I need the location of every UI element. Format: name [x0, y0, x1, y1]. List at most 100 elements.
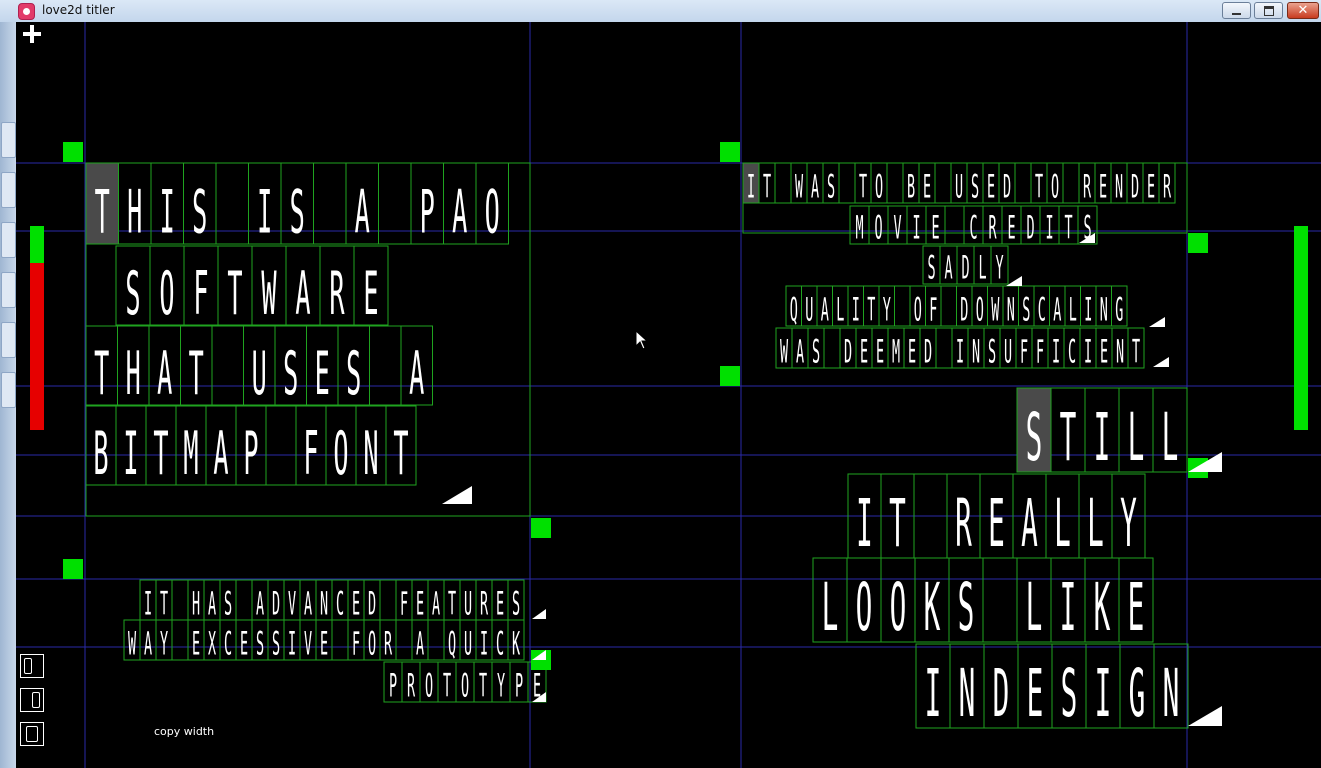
block-4-glyph: T: [889, 485, 906, 562]
block-2-glyph: V: [893, 209, 901, 247]
block-2-resize-handle[interactable]: [720, 366, 740, 386]
block-3-glyph: I: [288, 624, 296, 662]
block-2-glyph-cell[interactable]: [935, 327, 953, 369]
block-4-glyph: I: [856, 485, 873, 562]
block-2-glyph-cell[interactable]: [774, 162, 792, 204]
block-1-glyph: I: [160, 177, 175, 247]
block-2-resize-handle[interactable]: [720, 142, 740, 162]
block-4-glyph: A: [1021, 485, 1038, 562]
block-4-glyph: G: [1129, 655, 1146, 732]
close-button[interactable]: ✕: [1287, 2, 1319, 19]
block-3-resize-handle[interactable]: [63, 559, 83, 579]
titler-canvas[interactable]: THISISAPAOSOFTWARETHATUSESABITMAPFONTITW…: [16, 22, 1321, 768]
block-2-glyph: E: [931, 209, 939, 247]
block-2-glyph: S: [812, 332, 820, 370]
block-3-glyph-cell[interactable]: [331, 619, 349, 661]
taskbar-item[interactable]: [1, 372, 16, 408]
block-3-glyph: P: [515, 666, 523, 704]
block-1-glyph: S: [125, 258, 140, 328]
block-1-glyph: I: [123, 418, 138, 488]
block-2-glyph: O: [1051, 167, 1059, 205]
block-4-glyph: K: [1094, 569, 1111, 646]
block-1-glyph-cell[interactable]: [313, 162, 347, 245]
block-2-corner-wedge[interactable]: [1153, 357, 1169, 367]
align-justify-button[interactable]: [20, 722, 44, 746]
block-2-glyph: T: [1132, 332, 1140, 370]
block-4-glyph: L: [1162, 399, 1179, 476]
block-1-resize-handle[interactable]: [531, 518, 551, 538]
block-2-glyph-cell[interactable]: [940, 285, 957, 327]
block-3-glyph-cell[interactable]: [379, 579, 397, 621]
block-3-glyph: D: [272, 584, 280, 622]
block-3-glyph: T: [160, 584, 168, 622]
stage-svg[interactable]: T H I S I S A P A OS O F T W A R ET H A T U S E S AB I T M A P F O N TI T W…: [16, 22, 1321, 768]
block-3-glyph-cell[interactable]: [171, 579, 189, 621]
block-2-glyph-cell[interactable]: [944, 205, 965, 245]
block-1-glyph: F: [303, 418, 318, 488]
block-2-glyph-cell[interactable]: [838, 162, 856, 204]
block-3-glyph: S: [224, 584, 232, 622]
block-3-glyph-cell[interactable]: [235, 579, 253, 621]
block-1-resize-handle[interactable]: [63, 142, 83, 162]
block-3-glyph-cell[interactable]: [427, 619, 445, 661]
block-4-glyph-cell[interactable]: [982, 557, 1018, 643]
add-block-button[interactable]: [22, 24, 42, 44]
block-2-glyph: E: [923, 167, 931, 205]
block-2-glyph: I: [1084, 332, 1092, 370]
taskbar-item[interactable]: [1, 322, 16, 358]
block-2-glyph-cell[interactable]: [934, 162, 952, 204]
block-3-glyph-cell[interactable]: [395, 619, 413, 661]
block-3-glyph: R: [384, 624, 392, 662]
block-1-glyph: H: [126, 338, 141, 408]
block-1-glyph-cell[interactable]: [211, 325, 244, 406]
block-1-glyph-cell[interactable]: [378, 162, 412, 245]
block-2-glyph-cell[interactable]: [894, 285, 911, 327]
right-level-meter[interactable]: [1294, 226, 1308, 430]
block-3-glyph: E: [416, 584, 424, 622]
minimize-button[interactable]: [1222, 2, 1251, 19]
block-4-corner-wedge[interactable]: [1188, 706, 1222, 726]
block-3-glyph-cell[interactable]: [171, 619, 189, 661]
window-title: love2d titler: [42, 3, 115, 17]
block-3-glyph: D: [368, 584, 376, 622]
block-3-glyph: I: [480, 624, 488, 662]
block-2-glyph: Q: [790, 290, 798, 328]
block-2-glyph: R: [1083, 167, 1091, 205]
block-2-glyph-cell[interactable]: [823, 327, 841, 369]
taskbar-item[interactable]: [1, 272, 16, 308]
align-left-button[interactable]: [20, 654, 44, 678]
block-1-glyph: E: [315, 338, 330, 408]
block-3-glyph: S: [512, 584, 520, 622]
block-2-glyph-cell[interactable]: [886, 162, 904, 204]
right-meter-green: [1294, 226, 1308, 430]
block-1-glyph-cell[interactable]: [215, 162, 249, 245]
block-2-corner-wedge[interactable]: [1149, 317, 1165, 327]
block-2-glyph: F: [1036, 332, 1044, 370]
block-3-glyph: E: [352, 584, 360, 622]
block-1-glyph-cell[interactable]: [369, 325, 402, 406]
taskbar-item[interactable]: [1, 172, 16, 208]
love2d-app-icon[interactable]: [18, 3, 35, 20]
block-2-glyph: O: [976, 290, 984, 328]
block-4-glyph: K: [924, 569, 941, 646]
block-4-glyph: E: [1027, 655, 1044, 732]
left-level-meter[interactable]: [30, 226, 44, 430]
block-1-glyph: H: [127, 177, 142, 247]
block-2-glyph: T: [1035, 167, 1043, 205]
block-3-corner-wedge[interactable]: [532, 609, 546, 619]
block-1-corner-wedge[interactable]: [442, 486, 472, 504]
block-2-resize-handle[interactable]: [1188, 233, 1208, 253]
taskbar-item[interactable]: [1, 222, 16, 258]
maximize-button[interactable]: [1254, 2, 1283, 19]
taskbar-item[interactable]: [1, 122, 16, 158]
block-4-glyph: O: [890, 569, 907, 646]
block-2-glyph: N: [1100, 290, 1108, 328]
block-2-glyph: L: [978, 249, 986, 287]
block-1-glyph-cell[interactable]: [265, 405, 297, 486]
block-2-glyph-cell[interactable]: [1014, 162, 1032, 204]
block-1-glyph: T: [189, 338, 204, 408]
copy-width-button[interactable]: copy width: [154, 725, 214, 738]
block-3-glyph: S: [256, 624, 264, 662]
block-2-glyph-cell[interactable]: [1062, 162, 1080, 204]
align-right-button[interactable]: [20, 688, 44, 712]
